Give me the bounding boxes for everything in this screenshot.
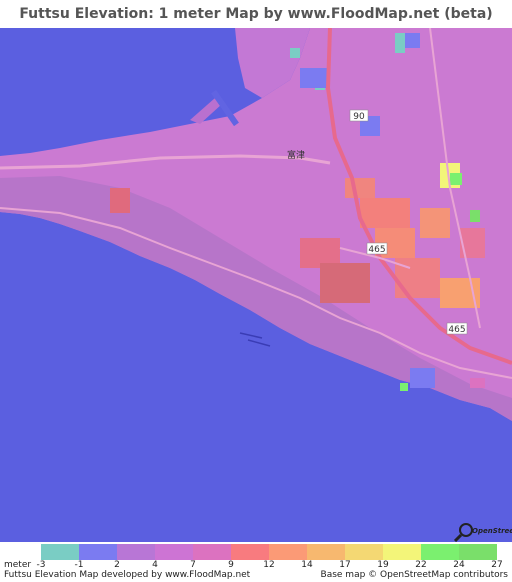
svg-text:465: 465: [448, 325, 465, 335]
footer: Futtsu Elevation Map developed by www.Fl…: [0, 570, 512, 582]
svg-text:465: 465: [368, 245, 385, 255]
svg-text:90: 90: [353, 112, 365, 122]
legend-color-bar: [41, 544, 497, 560]
legend-tick-label: 4: [152, 560, 158, 570]
legend-tick-label: 24: [453, 560, 465, 570]
footer-basemap-credit[interactable]: Base map © OpenStreetMap contributors: [321, 570, 508, 580]
legend-tick-label: 12: [263, 560, 275, 570]
road-90-shield: 90: [349, 109, 369, 122]
legend-swatch: [459, 544, 497, 560]
elevation-map[interactable]: 90 465 465 富津 OpenStreetMap: [0, 28, 512, 542]
map-canvas[interactable]: 90 465 465 富津 OpenStreetMap: [0, 28, 512, 542]
elevation-legend: meter -3 -1 2 4 7 9 12 14 17 19 22 24 27: [0, 542, 512, 572]
legend-tick-label: 22: [415, 560, 427, 570]
legend-tick-label: -1: [74, 560, 84, 570]
legend-tick-label: 19: [377, 560, 389, 570]
legend-tick-label: 27: [491, 560, 503, 570]
legend-swatch: [155, 544, 193, 560]
footer-credit[interactable]: Futtsu Elevation Map developed by www.Fl…: [4, 570, 250, 580]
legend-tick-label: 2: [114, 560, 120, 570]
legend-tick-label: 14: [301, 560, 313, 570]
legend-tick-label: -3: [36, 560, 46, 570]
legend-swatch: [345, 544, 383, 560]
legend-tick-label: 7: [190, 560, 196, 570]
place-label: 富津: [287, 149, 305, 161]
legend-swatch: [421, 544, 459, 560]
legend-swatch: [307, 544, 345, 560]
road-465-shield-2: 465: [446, 322, 468, 335]
legend-swatch: [231, 544, 269, 560]
legend-tick-label: 9: [228, 560, 234, 570]
map-title: Futtsu Elevation: 1 meter Map by www.Flo…: [19, 6, 493, 22]
road-465-shield: 465: [366, 242, 388, 255]
legend-tick-label: 17: [339, 560, 351, 570]
legend-swatch: [41, 544, 79, 560]
legend-swatch: [269, 544, 307, 560]
legend-swatch: [193, 544, 231, 560]
osm-badge: OpenStreetMap: [472, 527, 512, 535]
legend-swatch: [79, 544, 117, 560]
legend-swatch: [117, 544, 155, 560]
legend-swatch: [383, 544, 421, 560]
